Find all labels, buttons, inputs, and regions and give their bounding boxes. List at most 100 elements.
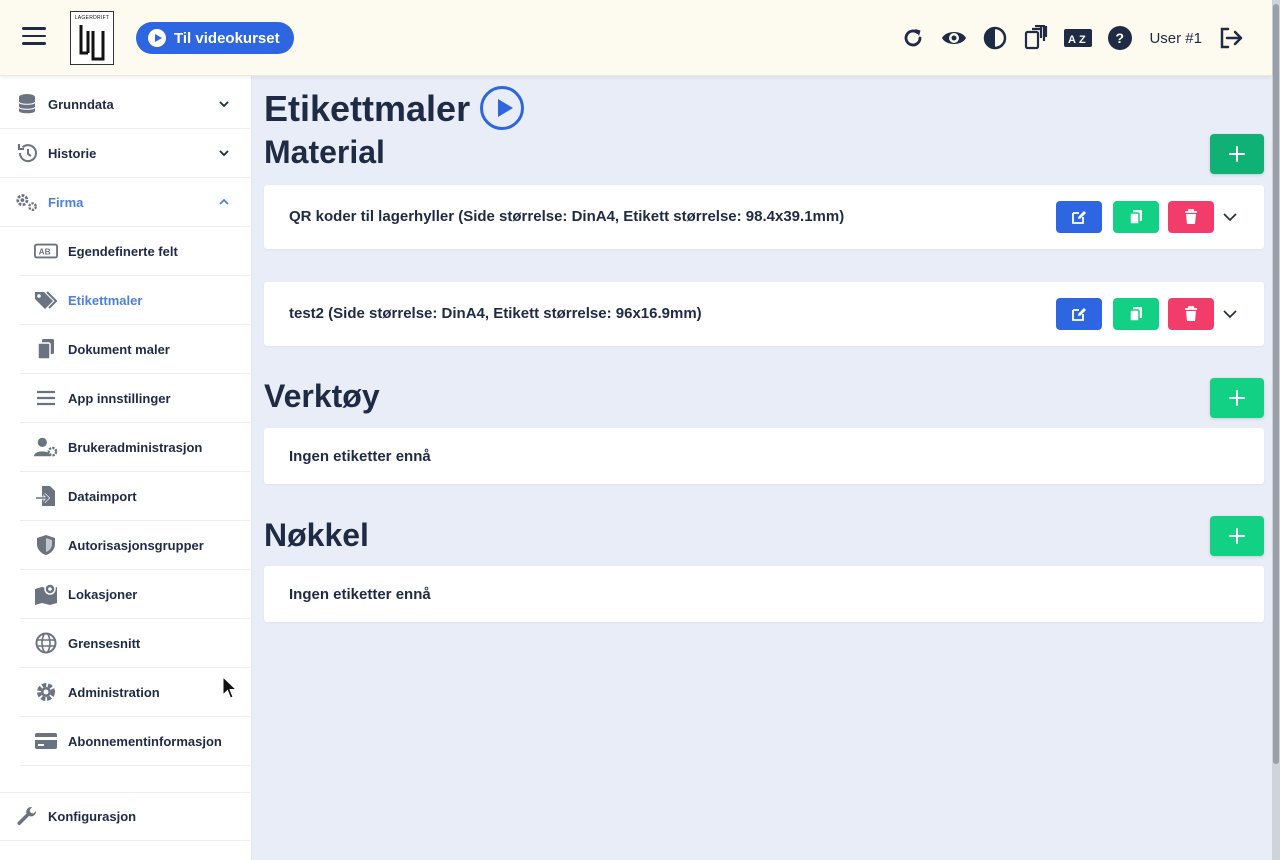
sidebar-item-autorisasjonsgrupper[interactable]: Autorisasjonsgrupper bbox=[20, 521, 250, 570]
app-logo[interactable]: LAGERDRIFT bbox=[70, 11, 114, 65]
empty-text: Ingen etiketter ennå bbox=[289, 448, 431, 465]
sidebar-item-label: Administration bbox=[68, 684, 160, 700]
chevron-up-icon bbox=[219, 198, 229, 205]
template-card: QR koder til lagerhyller (Side størrelse… bbox=[264, 185, 1264, 249]
shield-icon bbox=[34, 534, 58, 556]
section-title-material: Material bbox=[264, 134, 385, 170]
trash-icon bbox=[1185, 209, 1197, 224]
sidebar-item-abonnementinformasjon[interactable]: Abonnementinformasjon bbox=[20, 717, 250, 766]
svg-text:?: ? bbox=[1116, 30, 1125, 46]
sidebar-item-label: Etikettmaler bbox=[68, 292, 143, 308]
delete-button[interactable] bbox=[1168, 201, 1214, 233]
top-bar: LAGERDRIFT Til videokurset AZ ? User #1 bbox=[0, 0, 1272, 76]
sidebar-item-etikettmaler[interactable]: Etikettmaler bbox=[20, 276, 250, 325]
mouse-cursor-icon bbox=[222, 676, 238, 699]
hamburger-menu-icon[interactable] bbox=[22, 27, 46, 47]
copy-icon bbox=[1129, 307, 1142, 322]
sidebar-item-label: Grunndata bbox=[48, 96, 114, 112]
play-icon bbox=[148, 29, 166, 47]
sidebar: Grunndata Historie Firma AB Egendefinert… bbox=[0, 76, 252, 860]
sidebar-item-label: Historie bbox=[48, 145, 97, 161]
svg-text:A: A bbox=[1068, 34, 1076, 46]
empty-card: Ingen etiketter ennå bbox=[264, 566, 1264, 622]
template-name: test2 (Side størrelse: DinA4, Etikett st… bbox=[289, 305, 702, 322]
custom-field-icon: AB bbox=[34, 240, 58, 262]
video-course-button[interactable]: Til videokurset bbox=[136, 22, 294, 54]
sidebar-item-dokument-maler[interactable]: Dokument maler bbox=[20, 325, 250, 374]
sidebar-item-label: App innstillinger bbox=[68, 390, 171, 406]
svg-text:AB: AB bbox=[39, 247, 51, 257]
sidebar-item-historie[interactable]: Historie bbox=[0, 129, 250, 178]
sidebar-item-dataimport[interactable]: Dataimport bbox=[20, 472, 250, 521]
copy-button[interactable] bbox=[1113, 201, 1159, 233]
edit-icon bbox=[1072, 211, 1086, 224]
chevron-down-icon[interactable] bbox=[1222, 209, 1238, 225]
edit-button[interactable] bbox=[1056, 298, 1102, 330]
sidebar-item-administration[interactable]: Administration bbox=[20, 668, 250, 717]
credit-card-icon bbox=[34, 730, 58, 752]
template-card: test2 (Side størrelse: DinA4, Etikett st… bbox=[264, 282, 1264, 346]
empty-card: Ingen etiketter ennå bbox=[264, 428, 1264, 484]
chevron-down-icon[interactable] bbox=[1222, 306, 1238, 322]
help-icon[interactable]: ? bbox=[1105, 23, 1135, 53]
scrollbar-thumb[interactable] bbox=[1273, 4, 1279, 764]
copy-pages-icon[interactable] bbox=[1021, 23, 1051, 53]
logo-mark-icon bbox=[79, 25, 105, 61]
sidebar-item-label: Grensesnitt bbox=[68, 635, 141, 651]
sidebar-item-label: Autorisasjonsgrupper bbox=[68, 537, 204, 553]
contrast-icon[interactable] bbox=[980, 23, 1010, 53]
play-video-icon[interactable] bbox=[480, 86, 524, 130]
edit-button[interactable] bbox=[1056, 201, 1102, 233]
delete-button[interactable] bbox=[1168, 298, 1214, 330]
tags-icon bbox=[34, 289, 58, 311]
gear-icon bbox=[34, 681, 58, 703]
sidebar-item-label: Abonnementinformasjon bbox=[68, 733, 222, 749]
globe-icon bbox=[34, 632, 58, 654]
section-title-verktoy: Verktøy bbox=[264, 378, 380, 414]
chevron-down-icon bbox=[219, 150, 229, 157]
sidebar-item-label: Lokasjoner bbox=[68, 586, 138, 602]
user-cog-icon bbox=[34, 436, 58, 458]
sidebar-item-lokasjoner[interactable]: Lokasjoner bbox=[20, 570, 250, 619]
add-material-button[interactable] bbox=[1210, 134, 1264, 174]
sidebar-item-konfigurasjon[interactable]: Konfigurasjon bbox=[0, 792, 250, 841]
file-import-icon bbox=[34, 485, 58, 507]
sidebar-item-app-innstillinger[interactable]: App innstillinger bbox=[20, 374, 250, 423]
template-name: QR koder til lagerhyller (Side størrelse… bbox=[289, 208, 845, 225]
sidebar-item-label: Dataimport bbox=[68, 488, 137, 504]
edit-icon bbox=[1072, 308, 1086, 321]
sidebar-item-label: Konfigurasjon bbox=[48, 809, 137, 824]
sidebar-item-label: Egendefinerte felt bbox=[68, 243, 178, 259]
translate-icon[interactable]: AZ bbox=[1062, 23, 1094, 53]
sidebar-item-label: Firma bbox=[48, 194, 84, 210]
refresh-icon[interactable] bbox=[898, 23, 928, 53]
copy-button[interactable] bbox=[1113, 298, 1159, 330]
sidebar-item-firma[interactable]: Firma bbox=[0, 178, 250, 227]
sidebar-item-grunndata[interactable]: Grunndata bbox=[0, 80, 250, 129]
sidebar-item-egendefinerte-felt[interactable]: AB Egendefinerte felt bbox=[20, 227, 250, 276]
documents-icon bbox=[34, 338, 58, 360]
empty-text: Ingen etiketter ennå bbox=[289, 586, 431, 603]
sidebar-item-label: Brukeradministrasjon bbox=[68, 439, 203, 455]
add-nokkel-button[interactable] bbox=[1210, 516, 1264, 556]
gears-icon bbox=[15, 191, 39, 213]
database-icon bbox=[15, 93, 39, 115]
history-icon bbox=[15, 142, 39, 164]
logo-text: LAGERDRIFT bbox=[74, 15, 110, 21]
trash-icon bbox=[1185, 306, 1197, 321]
add-verktoy-button[interactable] bbox=[1210, 378, 1264, 418]
user-label[interactable]: User #1 bbox=[1149, 30, 1202, 47]
sidebar-item-grensesnitt[interactable]: Grensesnitt bbox=[20, 619, 250, 668]
copy-icon bbox=[1129, 210, 1142, 225]
list-icon bbox=[34, 387, 58, 409]
logout-icon[interactable] bbox=[1216, 23, 1246, 53]
chevron-down-icon bbox=[219, 101, 229, 108]
section-title-nokkel: Nøkkel bbox=[264, 517, 369, 553]
sidebar-item-brukeradministrasjon[interactable]: Brukeradministrasjon bbox=[20, 423, 250, 472]
wrench-icon bbox=[15, 806, 39, 828]
sidebar-item-label: Dokument maler bbox=[68, 341, 170, 357]
map-location-icon bbox=[34, 583, 58, 605]
page-title: Etikettmaler bbox=[264, 88, 471, 129]
toolbar: AZ ? User #1 bbox=[887, 22, 1246, 54]
eye-icon[interactable] bbox=[939, 23, 969, 53]
